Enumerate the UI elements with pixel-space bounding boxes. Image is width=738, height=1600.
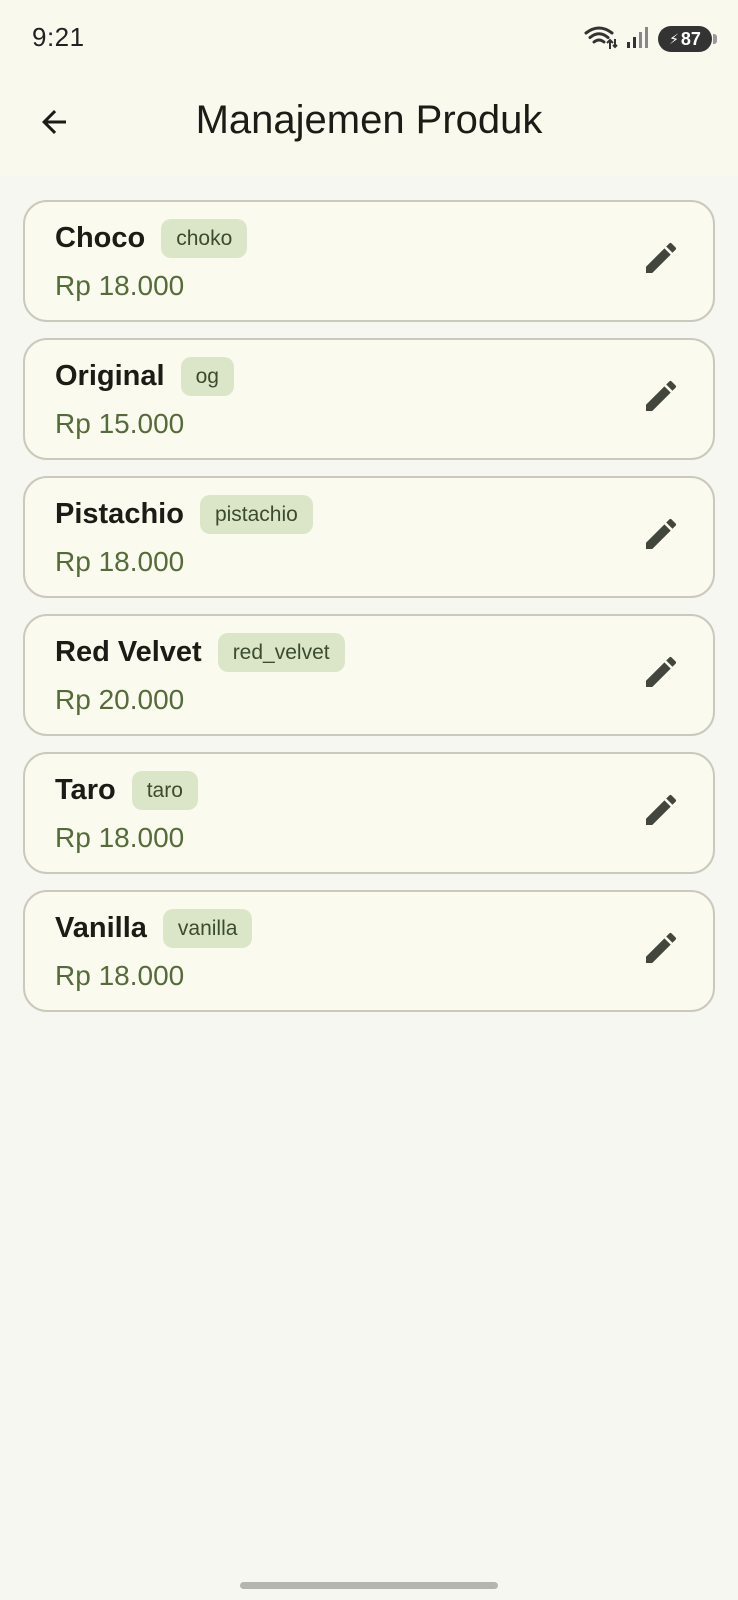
product-price: Rp 20.000: [55, 684, 185, 715]
status-bar: 9:21 ⚡ 87: [0, 0, 738, 78]
product-price: Rp 15.000: [55, 408, 185, 439]
product-name-row: Vanilla vanilla: [55, 908, 253, 948]
edit-button[interactable]: [633, 784, 689, 840]
status-time: 9:21: [32, 22, 85, 52]
product-name-row: Pistachio pistachio: [55, 494, 313, 534]
edit-button[interactable]: [633, 232, 689, 288]
product-name: Pistachio: [55, 497, 184, 530]
pencil-icon: [641, 514, 681, 559]
product-slug-chip: og: [180, 356, 234, 396]
product-price: Rp 18.000: [55, 270, 185, 301]
product-card[interactable]: Choco choko Rp 18.000: [23, 200, 715, 322]
product-name: Choco: [55, 221, 146, 254]
pencil-icon: [641, 238, 681, 283]
pencil-icon: [641, 928, 681, 973]
product-card[interactable]: Pistachio pistachio Rp 18.000: [23, 476, 715, 598]
battery-level: 87: [680, 28, 701, 49]
product-slug-chip: choko: [161, 218, 248, 258]
product-name: Vanilla: [55, 911, 147, 944]
product-name-row: Choco choko: [55, 218, 248, 258]
top-bar: 9:21 ⚡ 87 Manajemen Produk: [0, 0, 738, 176]
product-price: Rp 18.000: [55, 960, 185, 991]
product-name: Red Velvet: [55, 635, 202, 668]
edit-button[interactable]: [633, 646, 689, 702]
battery-icon: ⚡ 87: [658, 26, 717, 52]
product-slug-chip: pistachio: [199, 494, 313, 534]
app-bar: Manajemen Produk: [0, 78, 738, 176]
product-card[interactable]: Taro taro Rp 18.000: [23, 752, 715, 874]
product-name: Original: [55, 359, 165, 392]
product-name-row: Red Velvet red_velvet: [55, 632, 345, 672]
page-title: Manajemen Produk: [195, 98, 543, 142]
edit-button[interactable]: [633, 922, 689, 978]
wifi-icon: [584, 24, 618, 55]
product-card[interactable]: Vanilla vanilla Rp 18.000: [23, 890, 715, 1012]
pencil-icon: [641, 376, 681, 421]
charging-bolt-icon: ⚡: [669, 30, 679, 47]
product-price: Rp 18.000: [55, 546, 185, 577]
product-name: Taro: [55, 773, 116, 806]
product-name-row: Original og: [55, 356, 234, 396]
pencil-icon: [641, 790, 681, 835]
edit-button[interactable]: [633, 508, 689, 564]
product-price: Rp 18.000: [55, 822, 185, 853]
home-indicator[interactable]: [240, 1582, 498, 1589]
product-slug-chip: vanilla: [162, 908, 253, 948]
status-icons: ⚡ 87: [584, 24, 717, 55]
pencil-icon: [641, 652, 681, 697]
product-list: Choco choko Rp 18.000 Original og Rp 15.…: [23, 200, 715, 1028]
signal-icon: [626, 25, 650, 54]
product-card[interactable]: Original og Rp 15.000: [23, 338, 715, 460]
product-name-row: Taro taro: [55, 770, 198, 810]
product-card[interactable]: Red Velvet red_velvet Rp 20.000: [23, 614, 715, 736]
product-slug-chip: taro: [131, 770, 198, 810]
product-slug-chip: red_velvet: [217, 632, 345, 672]
edit-button[interactable]: [633, 370, 689, 426]
